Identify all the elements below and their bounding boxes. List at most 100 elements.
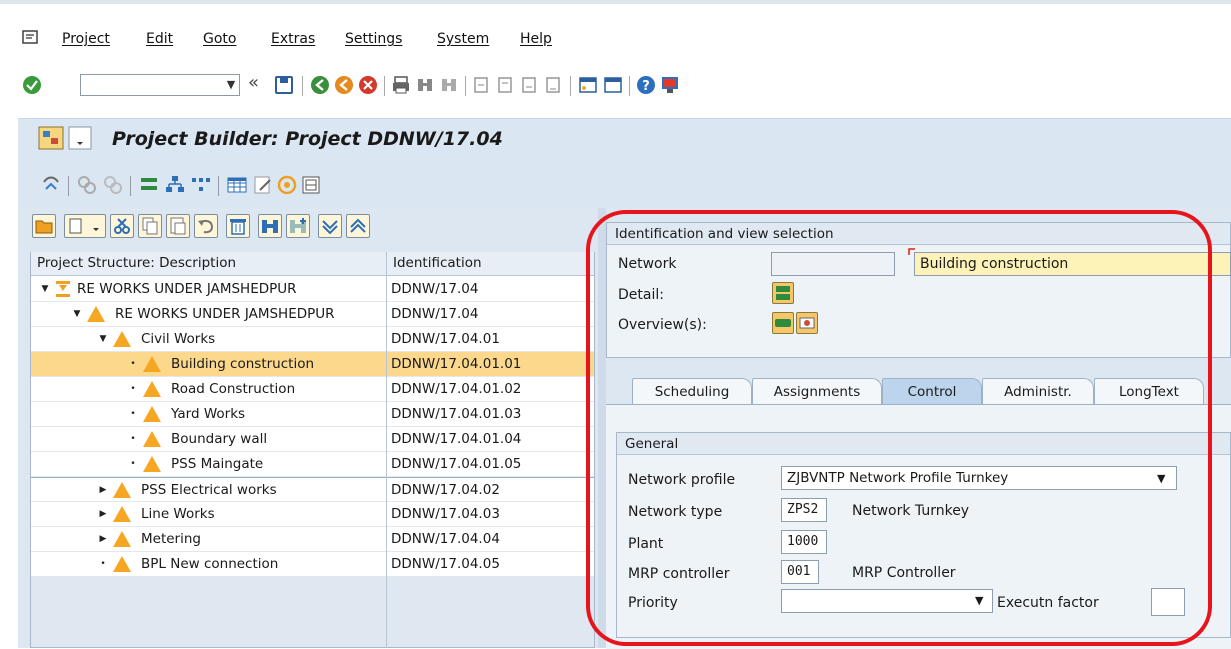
toolbar-divider bbox=[629, 76, 630, 96]
tab-control[interactable]: Control bbox=[882, 378, 982, 404]
delete-button[interactable] bbox=[226, 214, 250, 238]
tree-row[interactable]: • BPL New connection DDNW/17.04.05 bbox=[31, 552, 594, 577]
back-history-icon[interactable]: « bbox=[248, 72, 259, 93]
find-next-icon[interactable] bbox=[439, 75, 459, 95]
find-icon[interactable] bbox=[415, 75, 435, 95]
tree-row-label: PSS Maingate bbox=[171, 456, 264, 472]
collapse-subtree-button[interactable] bbox=[346, 214, 370, 238]
grid-icon[interactable] bbox=[226, 174, 248, 196]
shortcut-icon[interactable] bbox=[603, 75, 623, 95]
network-label: Network bbox=[618, 256, 677, 272]
tree-row[interactable]: ▶ Metering DDNW/17.04.04 bbox=[31, 527, 594, 552]
column-header-description[interactable]: Project Structure: Description bbox=[31, 252, 386, 276]
customize-layout-icon[interactable] bbox=[660, 75, 680, 95]
copy-button[interactable] bbox=[138, 214, 162, 238]
tree-row-id: DDNW/17.04.01 bbox=[386, 327, 594, 351]
tree-row[interactable]: ▼ RE WORKS UNDER JAMSHEDPUR DDNW/17.04 bbox=[31, 277, 594, 302]
next-page-icon[interactable] bbox=[520, 75, 540, 95]
network-type-field[interactable]: ZPS2 bbox=[781, 498, 827, 522]
tree-row-id: DDNW/17.04.02 bbox=[386, 478, 594, 502]
create-button[interactable] bbox=[64, 214, 106, 238]
undo-button[interactable] bbox=[194, 214, 218, 238]
warning-icon bbox=[143, 431, 161, 447]
tab-administr[interactable]: Administr. bbox=[982, 378, 1094, 404]
overview-button[interactable] bbox=[772, 312, 794, 334]
overview-components-button[interactable] bbox=[796, 312, 818, 334]
column-header-identification[interactable]: Identification bbox=[386, 252, 594, 276]
tab-longtext[interactable]: LongText bbox=[1094, 378, 1204, 404]
warning-icon bbox=[113, 482, 131, 498]
menu-goto[interactable]: Goto bbox=[203, 31, 236, 47]
cancel-icon[interactable] bbox=[358, 75, 378, 95]
hierarchy-icon[interactable] bbox=[164, 174, 186, 196]
binoculars-plus-icon bbox=[290, 218, 306, 233]
network-description-field[interactable]: Building construction bbox=[914, 252, 1231, 276]
expand-arrow-icon[interactable]: ▶ bbox=[97, 478, 109, 502]
plant-field[interactable]: 1000 bbox=[781, 530, 827, 554]
network-graphic-icon[interactable] bbox=[190, 174, 212, 196]
tree-row[interactable]: • PSS Maingate DDNW/17.04.01.05 bbox=[31, 452, 594, 477]
tree-row[interactable]: • Yard Works DDNW/17.04.01.03 bbox=[31, 402, 594, 427]
priority-dropdown-icon[interactable]: ▼ bbox=[975, 594, 983, 607]
network-profile-select[interactable]: ZJBVNTP Network Profile Turnkey bbox=[781, 466, 1177, 490]
structure-icon[interactable] bbox=[138, 174, 160, 196]
tree-row[interactable]: ▶ Line Works DDNW/17.04.03 bbox=[31, 502, 594, 527]
print-icon[interactable] bbox=[391, 75, 411, 95]
tab-scheduling[interactable]: Scheduling bbox=[632, 378, 752, 404]
help-icon[interactable]: ? bbox=[636, 75, 656, 95]
tree-row-label: Road Construction bbox=[171, 381, 296, 397]
menu-help[interactable]: Help bbox=[520, 31, 552, 47]
paste-button[interactable] bbox=[166, 214, 190, 238]
expand-icon[interactable] bbox=[76, 174, 98, 196]
cut-button[interactable] bbox=[110, 214, 134, 238]
tree-row-selected[interactable]: • Building construction DDNW/17.04.01.01 bbox=[31, 352, 594, 377]
expand-subtree-button[interactable] bbox=[318, 214, 342, 238]
execution-factor-field[interactable] bbox=[1151, 588, 1185, 616]
expand-arrow-icon[interactable]: ▼ bbox=[97, 327, 109, 351]
new-session-icon[interactable] bbox=[578, 75, 598, 95]
tree-row[interactable]: ▶ PSS Electrical works DDNW/17.04.02 bbox=[31, 477, 594, 502]
first-page-icon[interactable] bbox=[472, 75, 492, 95]
command-field[interactable] bbox=[80, 74, 240, 96]
find-button[interactable] bbox=[258, 214, 282, 238]
expand-arrow-icon[interactable]: ▼ bbox=[71, 302, 83, 326]
previous-page-icon[interactable] bbox=[496, 75, 516, 95]
detail-view-button[interactable] bbox=[772, 282, 794, 304]
menu-system[interactable]: System bbox=[437, 31, 489, 47]
collapse-icon[interactable] bbox=[102, 174, 124, 196]
priority-select[interactable] bbox=[781, 589, 993, 613]
expand-arrow-icon[interactable]: ▶ bbox=[97, 527, 109, 551]
leaf-bullet-icon: • bbox=[130, 459, 136, 469]
pane-splitter[interactable] bbox=[598, 208, 606, 648]
menu-edit[interactable]: Edit bbox=[146, 31, 173, 47]
exit-icon[interactable] bbox=[334, 75, 354, 95]
save-icon[interactable] bbox=[274, 75, 294, 95]
find-next-button[interactable] bbox=[286, 214, 310, 238]
edit-document-icon[interactable] bbox=[252, 174, 274, 196]
enter-check-icon[interactable] bbox=[22, 75, 42, 95]
mrp-controller-field[interactable]: 001 bbox=[781, 560, 819, 584]
tree-row[interactable]: ▼ Civil Works DDNW/17.04.01 bbox=[31, 327, 594, 352]
menu-window-icon[interactable] bbox=[22, 30, 38, 46]
layout-icon[interactable] bbox=[300, 174, 322, 196]
menu-project[interactable]: Project bbox=[62, 31, 110, 47]
project-builder-icon[interactable] bbox=[38, 126, 64, 150]
menu-settings[interactable]: Settings bbox=[345, 31, 402, 47]
tree-row[interactable]: • Boundary wall DDNW/17.04.01.04 bbox=[31, 427, 594, 452]
status-icon[interactable] bbox=[276, 174, 298, 196]
tab-assignments[interactable]: Assignments bbox=[752, 378, 882, 404]
menu-dropdown-icon[interactable] bbox=[68, 126, 92, 150]
expand-arrow-icon[interactable]: ▶ bbox=[97, 502, 109, 526]
expand-arrow-icon[interactable]: ▼ bbox=[39, 277, 51, 301]
open-folder-button[interactable] bbox=[32, 214, 56, 238]
network-field[interactable] bbox=[771, 252, 895, 276]
command-dropdown-icon[interactable]: ▼ bbox=[222, 74, 240, 96]
tree-row[interactable]: • Road Construction DDNW/17.04.01.02 bbox=[31, 377, 594, 402]
back-icon[interactable] bbox=[310, 75, 330, 95]
display-change-icon[interactable] bbox=[40, 174, 62, 196]
network-profile-dropdown-icon[interactable]: ▼ bbox=[1157, 472, 1165, 485]
last-page-icon[interactable] bbox=[544, 75, 564, 95]
menu-extras[interactable]: Extras bbox=[271, 31, 315, 47]
column-divider[interactable] bbox=[386, 252, 387, 648]
tree-row[interactable]: ▼ RE WORKS UNDER JAMSHEDPUR DDNW/17.04 bbox=[31, 302, 594, 327]
